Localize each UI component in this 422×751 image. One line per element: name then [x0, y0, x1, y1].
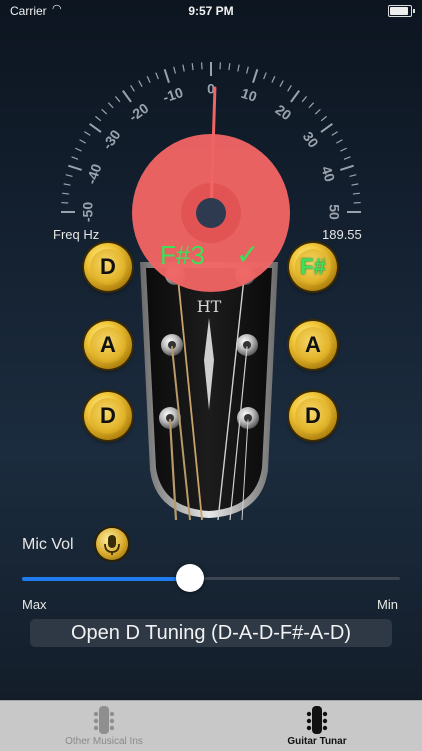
tuner-dial: HT -50-40-30-20-1001020304050	[0, 0, 422, 520]
scale-minor-tick	[336, 140, 342, 143]
scale-minor-tick	[102, 109, 107, 114]
scale-label: -40	[83, 162, 105, 186]
scale-minor-tick	[115, 96, 119, 101]
scale-label: 10	[239, 85, 259, 105]
scale-major-tick	[321, 124, 332, 132]
scale-label: -50	[80, 202, 96, 222]
microphone-icon[interactable]	[96, 528, 128, 560]
scale-major-tick	[253, 69, 257, 82]
scale-minor-tick	[66, 175, 73, 177]
peg-left-1[interactable]: D	[84, 243, 132, 291]
scale-minor-tick	[192, 63, 193, 70]
scale-minor-tick	[315, 109, 320, 114]
scale-minor-tick	[147, 76, 150, 82]
scale-minor-tick	[108, 103, 113, 108]
peg-right-2-label: A	[295, 327, 331, 363]
scale-label: 50	[326, 204, 342, 220]
scale-minor-tick	[229, 63, 230, 70]
peg-left-2[interactable]: A	[84, 321, 132, 369]
peg-right-3-label: D	[295, 398, 331, 434]
tab-other-musical-instruments[interactable]: Other Musical Ins	[44, 701, 164, 751]
scale-minor-tick	[238, 65, 239, 72]
scale-minor-tick	[344, 157, 351, 160]
scale-minor-tick	[95, 116, 100, 120]
scale-minor-tick	[353, 193, 360, 194]
scale-label: -10	[161, 84, 185, 106]
scale-label: -20	[126, 100, 152, 125]
scale-minor-tick	[309, 103, 314, 108]
mic-volume-fill	[22, 577, 190, 581]
scale-minor-tick	[84, 132, 90, 136]
in-tune-check-icon: ✓	[236, 238, 259, 271]
scale-major-tick	[68, 166, 81, 170]
scale-minor-tick	[302, 96, 306, 101]
scale-minor-tick	[72, 157, 79, 160]
peg-left-3-label: D	[90, 398, 126, 434]
peg-right-3[interactable]: D	[289, 392, 337, 440]
microphone-glyph	[96, 528, 128, 560]
guitar-icon	[93, 704, 115, 736]
needle-hub	[196, 198, 226, 228]
mic-vol-label: Mic Vol	[22, 536, 74, 554]
scale-minor-tick	[62, 193, 69, 194]
scale-minor-tick	[156, 73, 159, 80]
scale-minor-tick	[80, 140, 86, 143]
scale-minor-tick	[321, 116, 326, 120]
tuning-selector[interactable]: Open D Tuning (D-A-D-F#-A-D)	[30, 619, 392, 647]
scale-minor-tick	[351, 184, 358, 185]
scale-minor-tick	[272, 76, 275, 82]
detected-note: F#3	[160, 240, 205, 271]
scale-minor-tick	[264, 73, 267, 80]
peg-right-1-label: F#	[295, 249, 331, 285]
scale-major-tick	[340, 166, 353, 170]
svg-text:HT: HT	[197, 297, 222, 316]
peg-right-2[interactable]: A	[289, 321, 337, 369]
tab-guitar-label: Guitar Tunar	[262, 736, 372, 747]
peg-right-1[interactable]: F#	[289, 243, 337, 291]
scale-minor-tick	[332, 132, 338, 136]
scale-major-tick	[291, 91, 299, 102]
scale-minor-tick	[340, 148, 346, 151]
scale-minor-tick	[75, 148, 81, 151]
scale-minor-tick	[247, 67, 249, 74]
peg-left-2-label: A	[90, 327, 126, 363]
scale-major-tick	[90, 124, 101, 132]
scale-minor-tick	[280, 81, 283, 87]
guitar-icon	[306, 704, 328, 736]
scale-label: -30	[99, 126, 124, 152]
mic-volume-thumb[interactable]	[176, 564, 204, 592]
scale-minor-tick	[350, 175, 357, 177]
scale-minor-tick	[183, 65, 184, 72]
tab-other-label: Other Musical Ins	[44, 736, 164, 747]
scale-minor-tick	[64, 184, 71, 185]
scale-label: 20	[272, 101, 294, 123]
scale-minor-tick	[174, 67, 176, 74]
peg-left-3[interactable]: D	[84, 392, 132, 440]
peg-left-1-label: D	[90, 249, 126, 285]
scale-minor-tick	[131, 85, 135, 91]
min-label: Min	[377, 597, 398, 612]
max-label: Max	[22, 597, 47, 612]
tab-guitar-tuner[interactable]: Guitar Tunar	[262, 701, 372, 751]
freq-hz-label: Freq Hz	[53, 227, 99, 242]
scale-major-tick	[165, 69, 169, 82]
freq-value: 189.55	[322, 227, 362, 242]
scale-major-tick	[123, 91, 131, 102]
scale-minor-tick	[139, 81, 142, 87]
tab-bar: Other Musical Ins Guitar Tunar	[0, 700, 422, 751]
scale-label: 30	[300, 129, 322, 151]
scale-minor-tick	[288, 85, 292, 91]
scale-label: 40	[318, 164, 338, 184]
